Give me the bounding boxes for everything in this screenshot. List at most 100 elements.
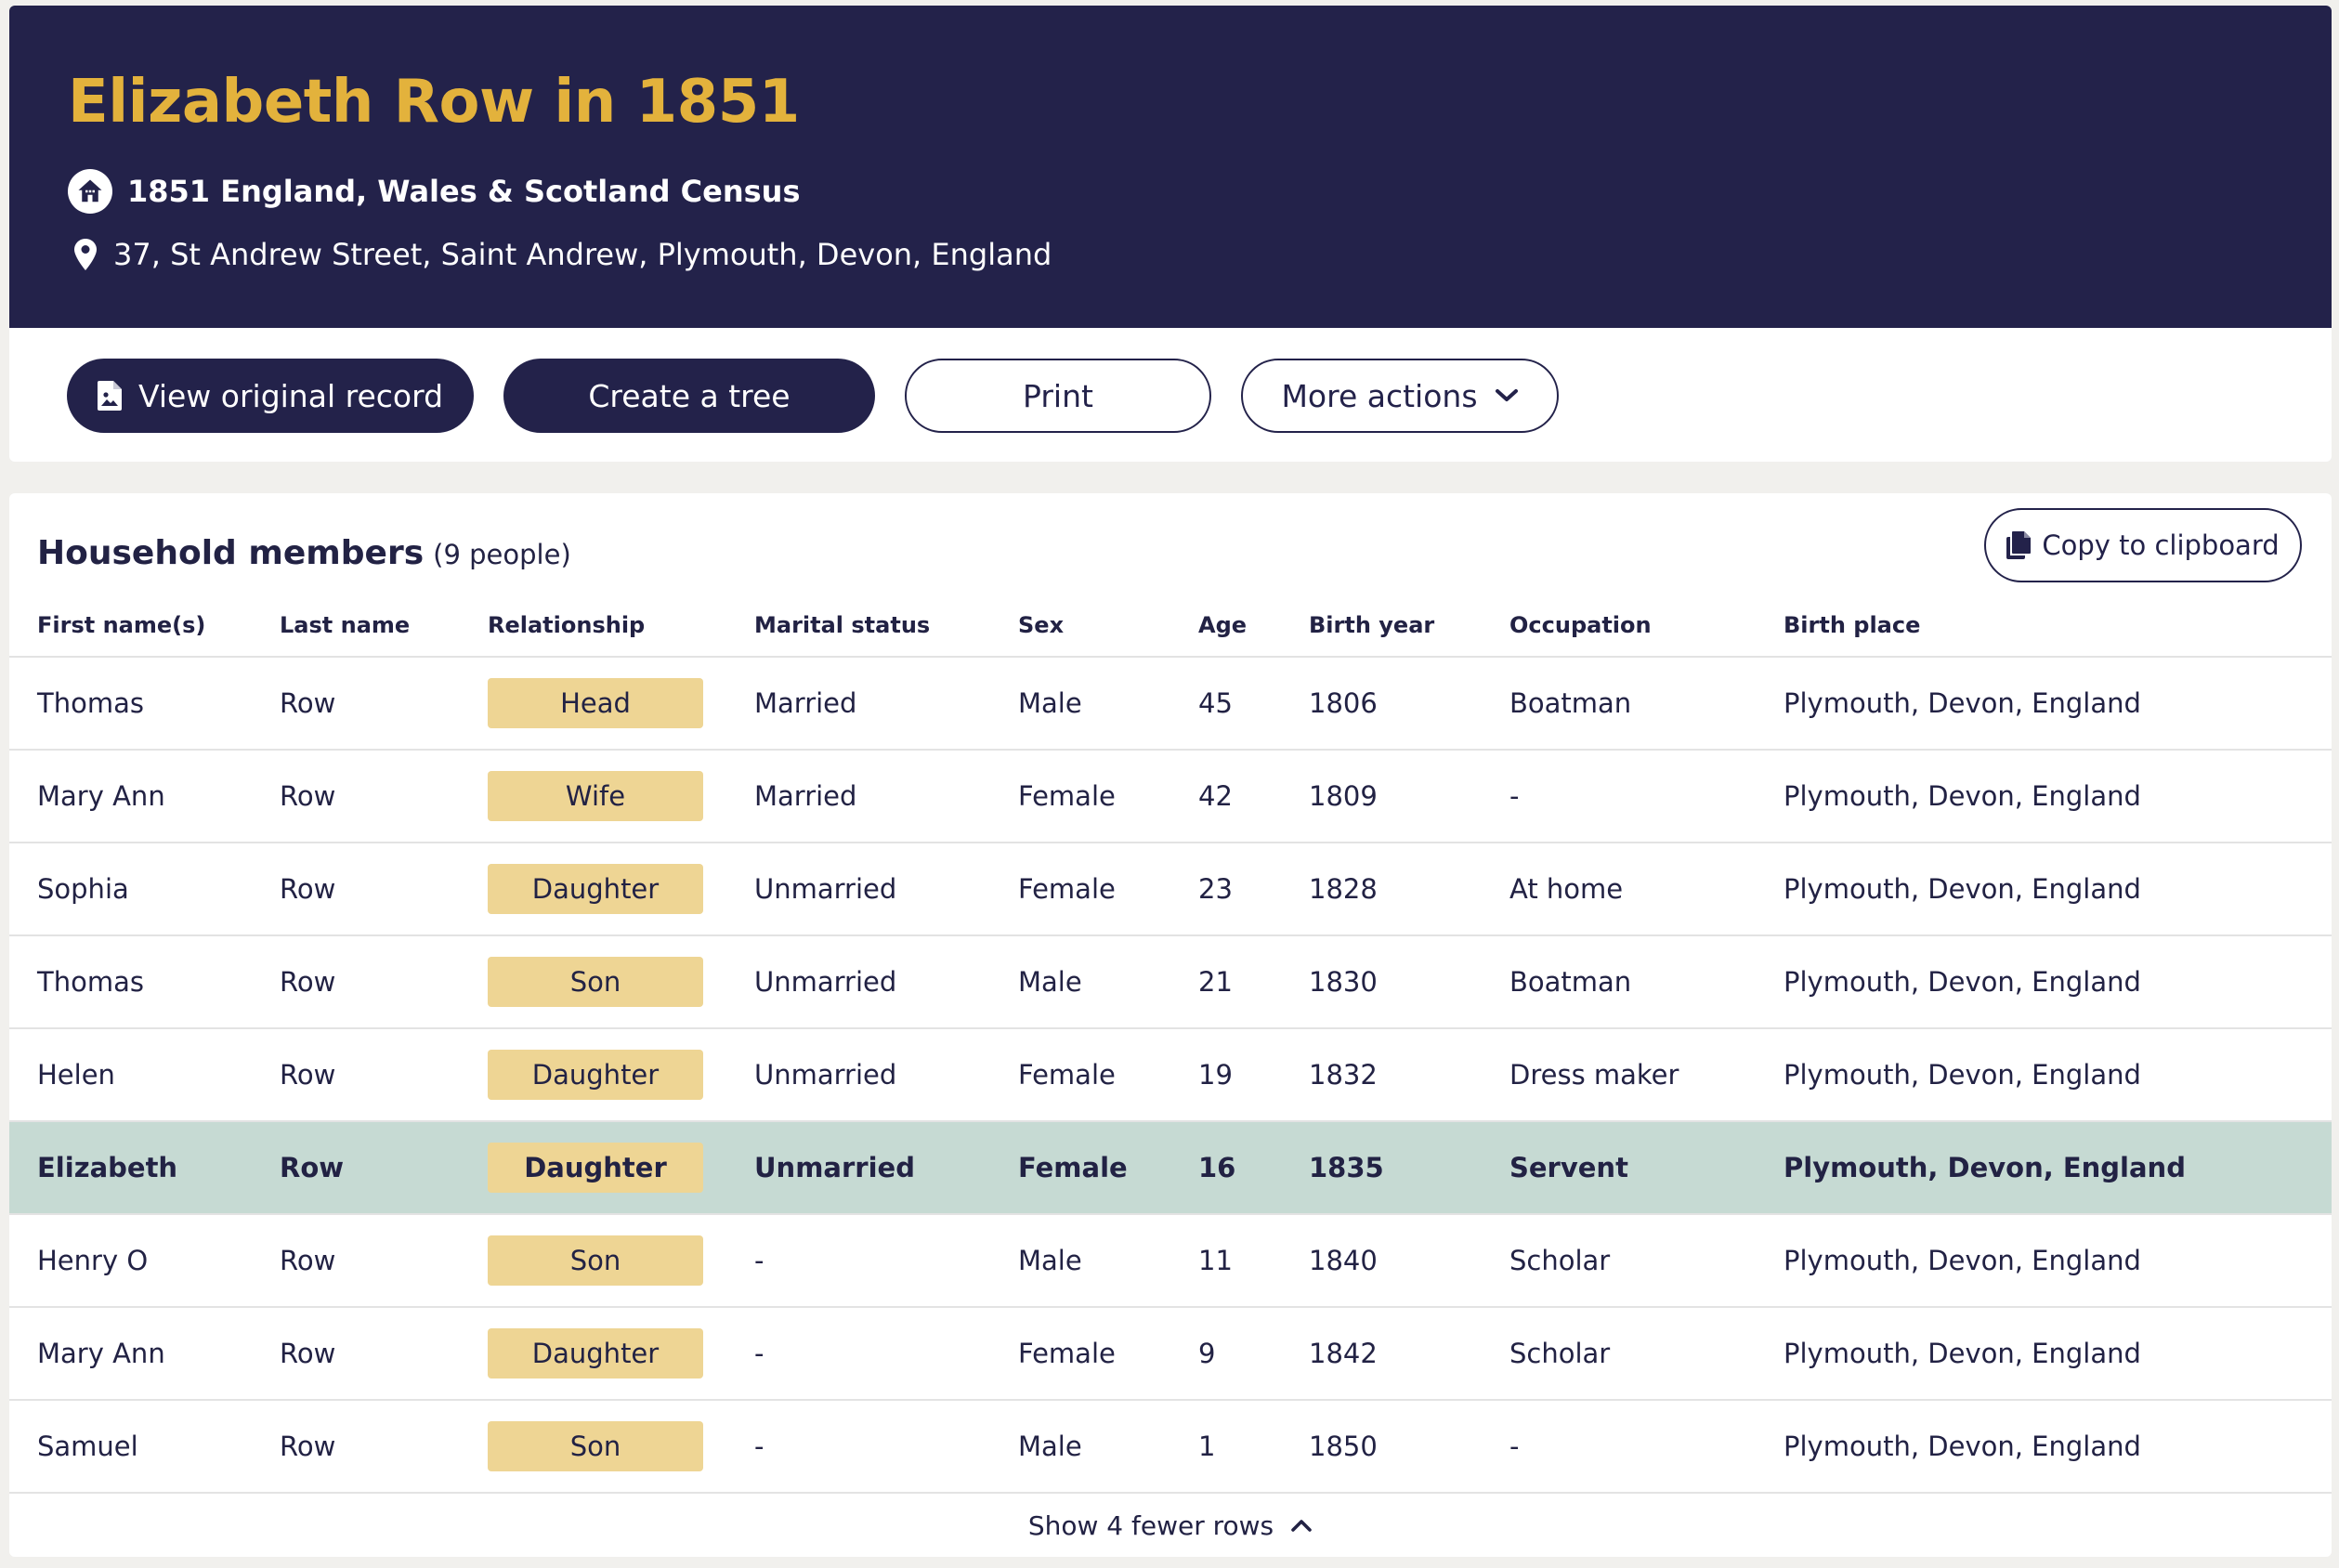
- last-name-cell: Row: [280, 843, 488, 936]
- chevron-up-icon: [1290, 1518, 1313, 1533]
- view-original-record-button[interactable]: View original record: [67, 359, 474, 433]
- sex-cell: Male: [1018, 935, 1198, 1029]
- census-source: 1851 England, Wales & Scotland Census: [68, 162, 800, 221]
- last-name-cell: Row: [280, 935, 488, 1029]
- marital-status-cell: -: [754, 1400, 1018, 1494]
- relationship-badge: Daughter: [488, 1050, 703, 1100]
- marital-status-cell: Married: [754, 750, 1018, 843]
- sex-cell: Female: [1018, 843, 1198, 936]
- chevron-down-icon: [1495, 388, 1519, 403]
- marital-status-cell: Married: [754, 657, 1018, 751]
- household-count: (9 people): [433, 539, 571, 570]
- column-header: Last name: [280, 595, 488, 658]
- sex-cell: Female: [1018, 1028, 1198, 1122]
- page-title: Elizabeth Row in 1851: [68, 68, 800, 137]
- age-cell: 16: [1198, 1121, 1309, 1215]
- column-header: Marital status: [754, 595, 1018, 658]
- copy-to-clipboard-button[interactable]: Copy to clipboard: [1984, 508, 2302, 582]
- birth-place-cell: Plymouth, Devon, England: [1784, 657, 2332, 751]
- print-button[interactable]: Print: [905, 359, 1211, 433]
- first-name-cell: Samuel: [9, 1400, 280, 1494]
- relationship-badge: Daughter: [488, 864, 703, 914]
- first-name-cell: Elizabeth: [9, 1121, 280, 1215]
- relationship-cell: Daughter: [488, 1121, 754, 1215]
- copy-to-clipboard-label: Copy to clipboard: [2042, 529, 2280, 561]
- relationship-badge: Son: [488, 1235, 703, 1286]
- first-name-cell: Sophia: [9, 843, 280, 936]
- occupation-cell: Servent: [1509, 1121, 1784, 1215]
- map-pin-icon: [74, 239, 97, 270]
- occupation-cell: Scholar: [1509, 1214, 1784, 1308]
- last-name-cell: Row: [280, 1121, 488, 1215]
- age-cell: 23: [1198, 843, 1309, 936]
- column-header: Occupation: [1509, 595, 1784, 658]
- print-label: Print: [1023, 377, 1093, 414]
- table-row: Thomas Row Son Unmarried Male 21 1830 Boatman Pl…: [9, 935, 2332, 1029]
- birth-year-cell: 1828: [1309, 843, 1509, 936]
- view-original-record-label: View original record: [137, 377, 444, 414]
- column-header: Birth year: [1309, 595, 1509, 658]
- age-cell: 9: [1198, 1307, 1309, 1401]
- household-table-body: Thomas Row Head Married Male 45 1806 Boatman Ply…: [9, 657, 2332, 1494]
- last-name-cell: Row: [280, 1214, 488, 1308]
- birth-year-cell: 1806: [1309, 657, 1509, 751]
- table-row: Henry O Row Son - Male 11 1840 Scholar Plymouth,…: [9, 1214, 2332, 1308]
- occupation-cell: Boatman: [1509, 657, 1784, 751]
- last-name-cell: Row: [280, 1307, 488, 1401]
- birth-year-cell: 1842: [1309, 1307, 1509, 1401]
- marital-status-cell: Unmarried: [754, 1121, 1018, 1215]
- occupation-cell: Scholar: [1509, 1307, 1784, 1401]
- marital-status-cell: -: [754, 1307, 1018, 1401]
- show-fewer-rows-button[interactable]: Show 4 fewer rows: [9, 1495, 2332, 1556]
- address-text: 37, St Andrew Street, Saint Andrew, Plym…: [113, 237, 1052, 272]
- last-name-cell: Row: [280, 750, 488, 843]
- marital-status-cell: Unmarried: [754, 935, 1018, 1029]
- birth-year-cell: 1850: [1309, 1400, 1509, 1494]
- table-row-selected: Elizabeth Row Daughter Unmarried Female 16 183…: [9, 1121, 2332, 1215]
- first-name-cell: Mary Ann: [9, 1307, 280, 1401]
- relationship-cell: Son: [488, 1400, 754, 1494]
- birth-place-cell: Plymouth, Devon, England: [1784, 1121, 2332, 1215]
- birth-year-cell: 1840: [1309, 1214, 1509, 1308]
- first-name-cell: Helen: [9, 1028, 280, 1122]
- birth-place-cell: Plymouth, Devon, England: [1784, 1307, 2332, 1401]
- birth-place-cell: Plymouth, Devon, England: [1784, 935, 2332, 1029]
- sex-cell: Female: [1018, 1121, 1198, 1215]
- column-header: Age: [1198, 595, 1309, 658]
- record-header: Elizabeth Row in 1851 1851 England, Wale…: [9, 6, 2332, 328]
- marital-status-cell: -: [754, 1214, 1018, 1308]
- birth-place-cell: Plymouth, Devon, England: [1784, 1028, 2332, 1122]
- census-name: 1851 England, Wales & Scotland Census: [127, 174, 801, 209]
- sex-cell: Female: [1018, 750, 1198, 843]
- relationship-cell: Son: [488, 1214, 754, 1308]
- last-name-cell: Row: [280, 1028, 488, 1122]
- relationship-cell: Daughter: [488, 1028, 754, 1122]
- relationship-badge: Son: [488, 957, 703, 1007]
- relationship-badge: Daughter: [488, 1328, 703, 1379]
- first-name-cell: Thomas: [9, 657, 280, 751]
- show-fewer-rows-label: Show 4 fewer rows: [1027, 1509, 1274, 1541]
- age-cell: 19: [1198, 1028, 1309, 1122]
- occupation-cell: At home: [1509, 843, 1784, 936]
- marital-status-cell: Unmarried: [754, 1028, 1018, 1122]
- birth-place-cell: Plymouth, Devon, England: [1784, 1400, 2332, 1494]
- document-image-icon: [97, 381, 122, 411]
- marital-status-cell: Unmarried: [754, 843, 1018, 936]
- birth-year-cell: 1835: [1309, 1121, 1509, 1215]
- table-row: Helen Row Daughter Unmarried Female 19 1832 Dre…: [9, 1028, 2332, 1122]
- house-icon: [68, 169, 112, 214]
- age-cell: 21: [1198, 935, 1309, 1029]
- table-row: Samuel Row Son - Male 1 1850- Plymouth, Devon, …: [9, 1400, 2332, 1494]
- relationship-cell: Son: [488, 935, 754, 1029]
- more-actions-label: More actions: [1281, 377, 1478, 414]
- create-tree-button[interactable]: Create a tree: [503, 359, 875, 433]
- relationship-badge: Son: [488, 1421, 703, 1471]
- more-actions-dropdown[interactable]: More actions: [1241, 359, 1559, 433]
- relationship-cell: Daughter: [488, 843, 754, 936]
- relationship-cell: Daughter: [488, 1307, 754, 1401]
- birth-place-cell: Plymouth, Devon, England: [1784, 843, 2332, 936]
- birth-year-cell: 1809: [1309, 750, 1509, 843]
- clipboard-copy-icon: [2006, 531, 2032, 559]
- sex-cell: Male: [1018, 1214, 1198, 1308]
- birth-year-cell: 1832: [1309, 1028, 1509, 1122]
